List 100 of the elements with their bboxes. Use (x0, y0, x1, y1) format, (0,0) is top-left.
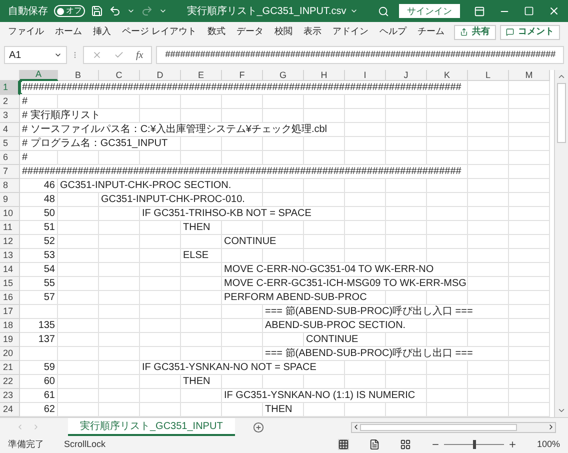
row-header[interactable]: 1 (0, 81, 20, 95)
scroll-left-icon[interactable] (352, 423, 360, 431)
row-header[interactable]: 4 (0, 123, 20, 137)
ribbon-tab[interactable]: 表示 (304, 25, 322, 39)
row-header[interactable]: 24 (0, 403, 20, 417)
scroll-down-icon[interactable] (557, 406, 566, 415)
line-number: 53 (44, 249, 55, 262)
row-header[interactable]: 15 (0, 277, 20, 291)
row-header[interactable]: 16 (0, 291, 20, 305)
row-header[interactable]: 11 (0, 221, 20, 235)
line-number: 137 (38, 333, 55, 346)
ribbon-tab[interactable]: 挿入 (93, 25, 111, 39)
line-number: 54 (44, 263, 55, 276)
cell-text: GC351-INPUT-CHK-PROC-010. (101, 193, 245, 206)
ribbon-tab[interactable]: ホーム (55, 25, 82, 39)
cell-text: # 実行順序リスト (22, 109, 100, 122)
row-header[interactable]: 19 (0, 333, 20, 347)
column-header[interactable]: L (468, 70, 509, 81)
cell-text: ############################################################################### (22, 165, 462, 178)
column-header[interactable]: M (509, 70, 550, 81)
line-number: 57 (44, 291, 55, 304)
row-header[interactable]: 21 (0, 361, 20, 375)
zoom-slider[interactable] (444, 440, 504, 449)
share-button[interactable]: 共有 (454, 24, 496, 40)
zoom-in-icon[interactable] (508, 440, 517, 449)
maximize-icon[interactable] (524, 6, 534, 16)
add-sheet-icon[interactable] (252, 422, 264, 432)
zoom-thumb[interactable] (472, 440, 476, 449)
autosave-toggle[interactable]: オフ (54, 5, 85, 17)
row-header[interactable]: 13 (0, 249, 20, 263)
row-header[interactable]: 10 (0, 207, 20, 221)
cell-text: GC351-INPUT-CHK-PROC SECTION. (60, 179, 232, 192)
vertical-scrollbar[interactable] (554, 70, 568, 417)
line-number: 50 (44, 207, 55, 220)
cell-text: IF GC351-YSNKAN-NO NOT = SPACE (142, 361, 316, 374)
cell-text: # ソースファイルパス名：C:¥入出庫管理システム¥チェック処理.cbl (22, 123, 328, 136)
share-icon (460, 28, 468, 36)
row-header[interactable]: 9 (0, 193, 20, 207)
row-header[interactable]: 8 (0, 179, 20, 193)
line-number: 135 (38, 319, 55, 332)
row-header[interactable]: 23 (0, 389, 20, 403)
row-header[interactable]: 3 (0, 109, 20, 123)
row-header[interactable]: 7 (0, 165, 20, 179)
scrollbar-thumb[interactable] (557, 83, 566, 143)
line-number: 59 (44, 361, 55, 374)
row-header[interactable]: 18 (0, 319, 20, 333)
ribbon-tab[interactable]: ファイル (8, 25, 44, 39)
ribbon-tab[interactable]: アドイン (332, 25, 369, 39)
ribbon-tab[interactable]: ヘルプ (380, 25, 407, 39)
name-box[interactable]: A1 (4, 46, 67, 64)
line-number: 48 (44, 193, 55, 206)
caret-icon[interactable] (54, 51, 62, 59)
ribbon-tab[interactable]: ページ レイアウト (122, 25, 197, 39)
column-header[interactable]: A (20, 70, 58, 81)
cell-text: PERFORM ABEND-SUB-PROC (224, 291, 367, 304)
formula-field[interactable]: ############################################################################## (156, 46, 564, 64)
save-icon[interactable] (91, 5, 103, 17)
signin-button[interactable]: サインイン (399, 4, 460, 18)
comment-button[interactable]: コメント (500, 24, 560, 40)
customize-toolbar-icon[interactable] (159, 7, 167, 15)
cell-text: MOVE C-ERR-NO-GC351-04 TO WK-ERR-NO (224, 263, 434, 276)
line-number: 60 (44, 375, 55, 388)
cell-text: CONTINUE (224, 235, 276, 248)
sheet-tab[interactable]: 実行順序リスト_GC351_INPUT (68, 418, 235, 436)
cell-text: MOVE C-ERR-GC351-ICH-MSG09 TO WK-ERR-MSG (224, 277, 466, 290)
line-number: 62 (44, 403, 55, 416)
row-header[interactable]: 20 (0, 347, 20, 361)
horizontal-scrollbar[interactable] (351, 422, 556, 432)
ribbon-tab[interactable]: データ (236, 25, 264, 39)
comment-icon (506, 28, 514, 36)
row-header[interactable]: 2 (0, 95, 20, 109)
ribbon-tab[interactable]: 校閲 (274, 25, 293, 39)
ribbon-tab[interactable]: チーム (418, 25, 445, 39)
window-title: 実行順序リスト_GC351_INPUT.csv (186, 4, 346, 18)
scroll-up-icon[interactable] (557, 72, 566, 81)
page-break-icon[interactable] (400, 439, 411, 450)
ribbon-tab[interactable]: 数式 (208, 25, 226, 39)
row-header[interactable]: 14 (0, 263, 20, 277)
normal-view-icon[interactable] (338, 439, 349, 450)
line-number: 51 (44, 221, 55, 234)
scrollbar-thumb[interactable] (360, 424, 517, 430)
autosave-label: 自動保存 (8, 4, 48, 18)
zoom-percentage[interactable]: 100% (536, 438, 560, 452)
undo-icon[interactable] (109, 5, 121, 17)
row-header[interactable]: 5 (0, 137, 20, 151)
row-header[interactable]: 12 (0, 235, 20, 249)
row-header[interactable]: 6 (0, 151, 20, 165)
ribbon-display-icon[interactable] (474, 6, 485, 16)
cell-text: # プログラム名：GC351_INPUT (22, 137, 168, 150)
close-icon[interactable] (548, 5, 560, 17)
status-ready: 準備完了 (8, 438, 44, 451)
insert-function-button[interactable]: fx (136, 48, 144, 62)
row-header[interactable]: 17 (0, 305, 20, 319)
scroll-right-icon[interactable] (547, 423, 555, 431)
page-layout-icon[interactable] (368, 439, 380, 450)
line-number: 46 (44, 179, 55, 192)
line-number: 55 (44, 277, 55, 290)
search-icon[interactable] (378, 6, 389, 16)
line-number: 52 (44, 235, 55, 248)
row-header[interactable]: 22 (0, 375, 20, 389)
